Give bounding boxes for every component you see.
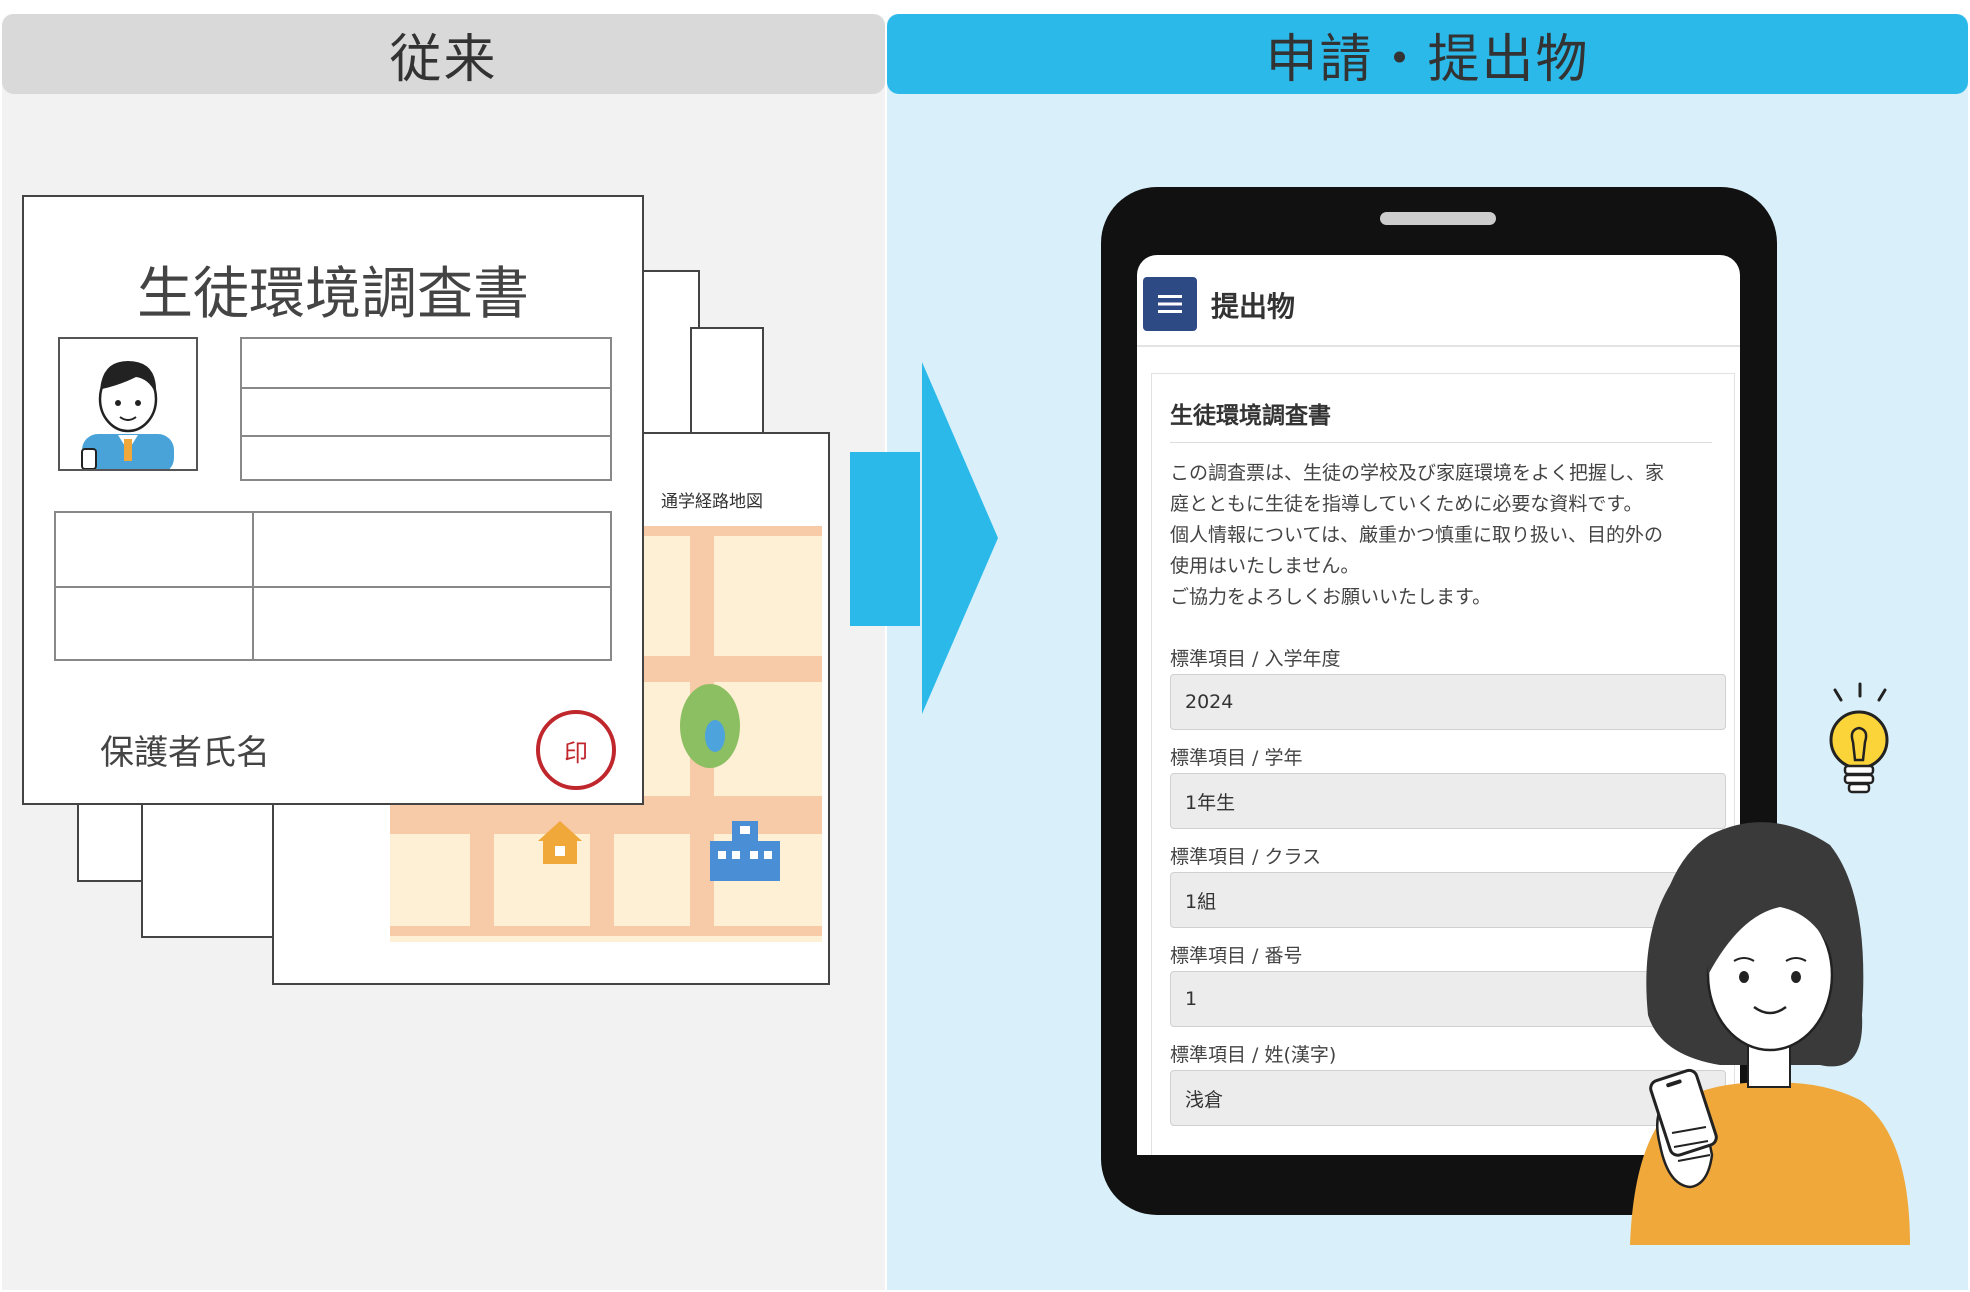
student-photo (58, 337, 198, 471)
description-line: 使用はいたしません。 (1170, 555, 1360, 577)
info-grid-box (54, 511, 612, 661)
seal-stamp: 印 (536, 710, 616, 790)
park-icon (680, 684, 740, 768)
guardian-name-label: 保護者氏名 (100, 733, 270, 773)
menu-button[interactable] (1143, 277, 1197, 331)
field-label-number: 標準項目 / 番号 (1170, 945, 1303, 967)
description-line: この調査票は、生徒の学校及び家庭環境をよく把握し、家 (1170, 462, 1665, 484)
description-line: ご協力をよろしくお願いいたします。 (1170, 586, 1492, 608)
lightbulb-icon (1829, 682, 1889, 794)
student-survey-sheet: 生徒環境調査書 保護者氏名 印 (22, 195, 644, 805)
tablet-speaker (1380, 212, 1496, 225)
form-title-divider (1170, 442, 1712, 443)
enrollment-year-field[interactable]: 2024 (1170, 674, 1726, 730)
hamburger-menu-icon (1158, 295, 1182, 313)
digital-header: 申請・提出物 (887, 14, 1968, 94)
woman-illustration (1630, 822, 1910, 1245)
paper-sheet (690, 327, 764, 437)
arrow-right-icon (850, 362, 998, 714)
field-label-class: 標準項目 / クラス (1170, 846, 1322, 868)
survey-title: 生徒環境調査書 (137, 262, 529, 327)
form-description: この調査票は、生徒の学校及び家庭環境をよく把握し、家 庭とともに生徒を指導してい… (1170, 458, 1720, 613)
description-line: 個人情報については、厳重かつ慎重に取り扱い、目的外の (1170, 524, 1664, 546)
header-divider (1137, 345, 1740, 347)
app-title: 提出物 (1211, 290, 1296, 323)
field-label-grade: 標準項目 / 学年 (1170, 747, 1303, 769)
field-label-surname: 標準項目 / 姓(漢字) (1170, 1044, 1337, 1066)
form-title: 生徒環境調査書 (1170, 403, 1331, 429)
legacy-header: 従来 (2, 14, 885, 94)
info-fields-box (240, 337, 612, 481)
field-label-enrollment-year: 標準項目 / 入学年度 (1170, 648, 1341, 670)
map-title: 通学経路地図 (661, 492, 763, 512)
description-line: 庭とともに生徒を指導していくために必要な資料です。 (1170, 493, 1643, 515)
student-avatar-icon (81, 361, 174, 469)
